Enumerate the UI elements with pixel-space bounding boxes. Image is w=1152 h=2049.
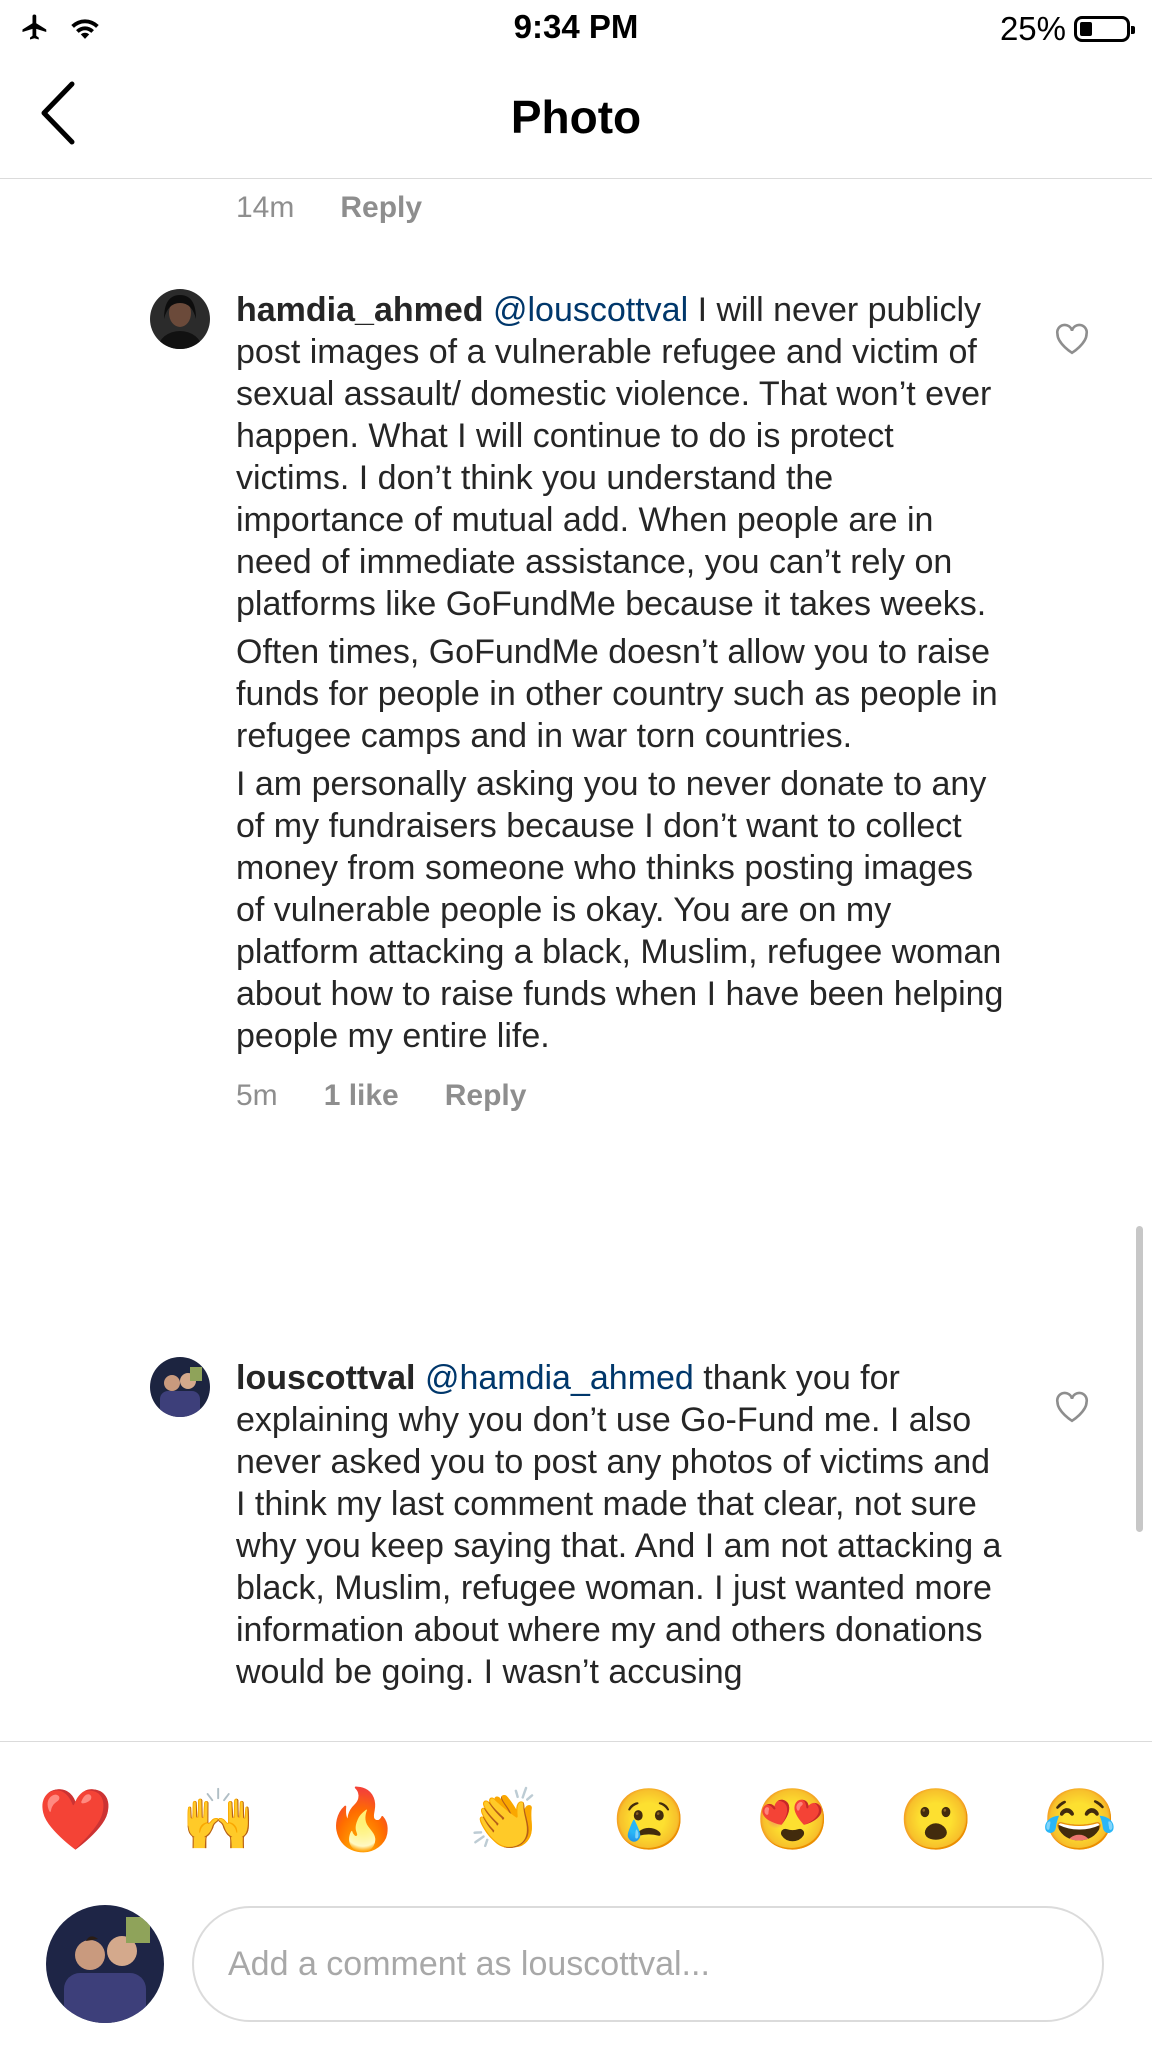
avatar[interactable]: [150, 289, 210, 349]
emoji-fire[interactable]: 🔥: [325, 1784, 400, 1856]
comment-text: thank you for explaining why you don’t u…: [236, 1359, 1002, 1691]
heart-icon: [1055, 1391, 1089, 1423]
emoji-surprised[interactable]: 😮: [899, 1784, 974, 1856]
nav-bar: Photo: [0, 56, 1152, 179]
emoji-crying[interactable]: 😢: [612, 1784, 687, 1856]
emoji-heart[interactable]: ❤️: [38, 1784, 113, 1856]
like-button[interactable]: [1054, 1391, 1094, 1427]
status-bar: 9:34 PM 25%: [0, 0, 1152, 56]
previous-comment-meta: 14m Reply: [236, 191, 468, 225]
comment-body: louscottval @hamdia_ahmed thank you for …: [236, 1357, 1006, 1699]
comment-body: hamdia_ahmed @louscottval I will never p…: [236, 289, 1006, 1117]
battery-icon: [1074, 16, 1135, 42]
comment-time: 14m: [236, 191, 295, 224]
page-title: Photo: [510, 91, 642, 143]
comment-paragraph: louscottval @hamdia_ahmed thank you for …: [236, 1357, 1006, 1693]
status-time: 9:34 PM: [513, 8, 639, 45]
comment-username[interactable]: hamdia_ahmed: [236, 291, 484, 329]
emoji-laughing[interactable]: 😂: [1042, 1784, 1117, 1856]
comment-paragraph: I am personally asking you to never dona…: [236, 765, 1004, 1055]
emoji-heart-eyes[interactable]: 😍: [755, 1784, 830, 1856]
avatar[interactable]: [150, 1357, 210, 1417]
comment-time: 5m: [236, 1079, 278, 1112]
comments-list[interactable]: 14m Reply hamdia_ahmed @louscottval I wi…: [0, 179, 1152, 1741]
comment-paragraph: Often times, GoFundMe doesn’t allow you …: [236, 633, 998, 755]
heart-icon: [1055, 323, 1089, 355]
comment-composer: ❤️ 🙌 🔥 👏 😢 😍 😮 😂: [0, 1741, 1152, 2049]
reply-button[interactable]: Reply: [340, 191, 422, 225]
battery-percent: 25%: [999, 10, 1066, 47]
status-right: 25%: [999, 10, 1135, 48]
like-button[interactable]: [1054, 323, 1094, 359]
emoji-raised-hands[interactable]: 🙌: [181, 1784, 256, 1856]
comment-paragraph: hamdia_ahmed @louscottval I will never p…: [236, 289, 1006, 625]
comment-input[interactable]: [192, 1906, 1104, 2022]
emoji-quick-bar: ❤️ 🙌 🔥 👏 😢 😍 😮 😂: [0, 1784, 1152, 1856]
mention-link[interactable]: @louscottval: [493, 291, 688, 329]
scroll-indicator[interactable]: [1136, 1226, 1143, 1532]
mention-link[interactable]: @hamdia_ahmed: [425, 1359, 694, 1397]
comment-meta: 5m 1 like Reply: [236, 1075, 1006, 1117]
reply-button[interactable]: Reply: [445, 1075, 527, 1117]
emoji-clapping[interactable]: 👏: [468, 1784, 543, 1856]
current-user-avatar: [46, 1905, 164, 2023]
comment-username[interactable]: louscottval: [236, 1359, 415, 1397]
likes-count[interactable]: 1 like: [324, 1075, 399, 1117]
comment-text: I will never publicly post images of a v…: [236, 291, 992, 623]
